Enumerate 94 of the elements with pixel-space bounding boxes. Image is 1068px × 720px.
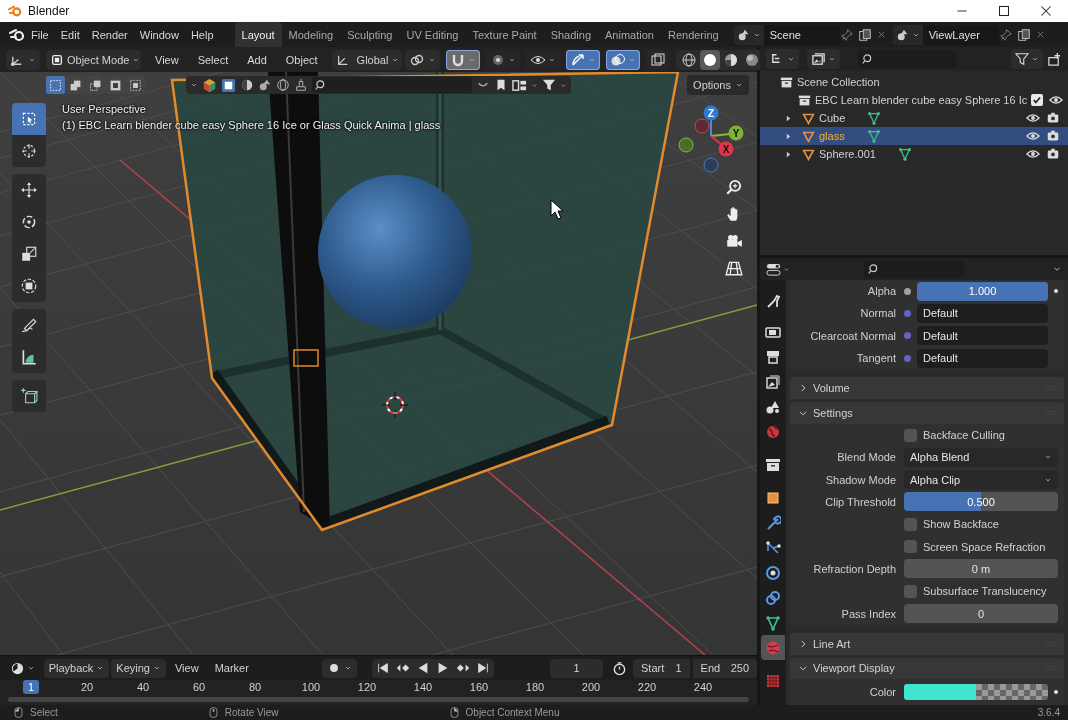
outliner-row[interactable]: Cube (760, 109, 1068, 127)
menu-item[interactable]: Select (189, 53, 237, 66)
menu-item[interactable]: Render (85, 28, 134, 41)
number-field[interactable]: 0 m (904, 559, 1058, 579)
checkbox-label: Show Backface (923, 518, 999, 531)
current-frame-marker[interactable]: 1 (22, 680, 40, 694)
workspace-tab[interactable]: Layout (234, 22, 282, 47)
status-hint: Rotate View (224, 707, 279, 718)
orientation-dropdown[interactable]: Global (331, 49, 402, 70)
number-field[interactable]: 0 (904, 604, 1058, 624)
workspace-tab[interactable]: Shading (543, 22, 599, 47)
menu-item[interactable]: File (25, 28, 55, 41)
axis-label: X (722, 144, 730, 155)
window-title: Blender (28, 4, 70, 18)
workspace-tab[interactable]: Animation (598, 22, 661, 47)
panel-title: Volume (813, 382, 850, 395)
panel-header[interactable]: Settings (790, 402, 1064, 424)
start-frame-field[interactable]: Start 1 (633, 658, 690, 678)
frame-number: 200 (580, 680, 602, 694)
view-name: User Perspective (62, 102, 147, 117)
current-frame-field[interactable]: 1 (549, 658, 604, 678)
outliner-row[interactable]: glass (760, 127, 1068, 145)
property-label: Refraction Depth (812, 562, 896, 575)
frame-number: 40 (135, 680, 151, 694)
panel-title: Viewport Display (813, 662, 895, 675)
frame-number: 120 (356, 680, 378, 694)
property-label: Alpha (866, 285, 896, 298)
frame-number: 180 (524, 680, 546, 694)
property-label: Pass Index (840, 607, 896, 620)
property-label: Clip Threshold (824, 495, 896, 508)
outliner-row[interactable]: EBC Learn blender cube easy Sphere 16 Ic (760, 91, 1068, 109)
menu-item[interactable]: Object (277, 53, 326, 66)
frame-number: 60 (191, 680, 207, 694)
property-label: Blend Mode (836, 451, 896, 464)
frame-number: 140 (412, 680, 434, 694)
axis-label: Y (732, 128, 740, 139)
frame-number: 160 (468, 680, 490, 694)
menu-item[interactable]: Add (239, 53, 275, 66)
value-slider[interactable]: 1.000 (917, 281, 1048, 301)
item-name: EBC Learn blender cube easy Sphere 16 Ic (815, 94, 1028, 106)
menu-item[interactable]: Help (184, 28, 220, 41)
menu-item[interactable]: Edit (54, 28, 86, 41)
menu-item[interactable]: Window (133, 28, 185, 41)
workspace-tab[interactable]: Rendering (660, 22, 726, 47)
mode-dropdown[interactable]: Object Mode (46, 49, 141, 70)
checkbox-label: Backface Culling (923, 429, 1005, 442)
menu-item[interactable]: View (147, 53, 187, 66)
property-label: Normal (859, 307, 896, 320)
panel-title: Settings (813, 406, 853, 419)
panel-header[interactable]: Volume (790, 377, 1064, 400)
panel-header[interactable]: Line Art (790, 632, 1064, 655)
property-label: Color (868, 686, 896, 699)
menu-dropdown[interactable]: Playback (43, 658, 110, 678)
workspace-tab[interactable]: Modeling (281, 22, 341, 47)
version-label: 3.6.4 (1037, 707, 1060, 718)
value-slider[interactable]: 0.500 (904, 492, 1058, 512)
frame-number: 240 (692, 680, 714, 694)
menu-item[interactable]: Marker (207, 662, 256, 674)
property-label: Clearcoat Normal (809, 329, 896, 342)
property-label: Shadow Mode (824, 473, 896, 486)
item-name: glass (819, 130, 845, 142)
item-name: Scene Collection (797, 76, 880, 88)
scene-name-field[interactable]: Scene (763, 24, 840, 45)
status-hint: Select (30, 707, 58, 718)
navigation-gizmo[interactable]: Z Y X (675, 100, 750, 180)
view-layer-name-field[interactable]: ViewLayer (922, 24, 999, 45)
item-name: Cube (819, 112, 846, 124)
workspace-tab[interactable]: Sculpting (340, 22, 400, 47)
checkbox-label: Subsurface Translucency (923, 585, 1047, 598)
frame-number: 80 (247, 680, 263, 694)
dropdown[interactable]: Alpha Clip (904, 470, 1058, 490)
input-socket-field[interactable]: Default (917, 303, 1048, 323)
workspace-tab[interactable]: Texture Paint (465, 22, 544, 47)
options-dropdown[interactable]: Options (687, 75, 749, 95)
item-name: Sphere.001 (819, 148, 876, 160)
input-socket-field[interactable]: Default (917, 326, 1048, 346)
dropdown[interactable]: Alpha Blend (904, 447, 1058, 467)
property-label: Tangent (855, 352, 896, 365)
menu-item[interactable]: View (167, 662, 206, 674)
axis-label: Z (707, 108, 715, 119)
panel-header[interactable]: Viewport Display (790, 657, 1064, 680)
panel-title: Line Art (813, 637, 851, 650)
status-hint: Object Context Menu (465, 707, 560, 718)
outliner-row[interactable]: Sphere.001 (760, 145, 1068, 163)
frame-number: 220 (636, 680, 658, 694)
menu-dropdown[interactable]: Keying (111, 658, 166, 678)
input-socket-field[interactable]: Default (917, 348, 1048, 368)
workspace-tab[interactable]: UV Editing (399, 22, 466, 47)
end-frame-field[interactable]: End 250 (692, 658, 757, 678)
outliner-row[interactable]: Scene Collection (760, 73, 1068, 91)
frame-number: 20 (79, 680, 95, 694)
checkbox-label: Screen Space Refraction (923, 540, 1046, 553)
frame-number: 100 (300, 680, 322, 694)
frame-ruler[interactable]: 1 20 40 60 80 100 120 140 160 180 200 220 240 (0, 680, 757, 705)
